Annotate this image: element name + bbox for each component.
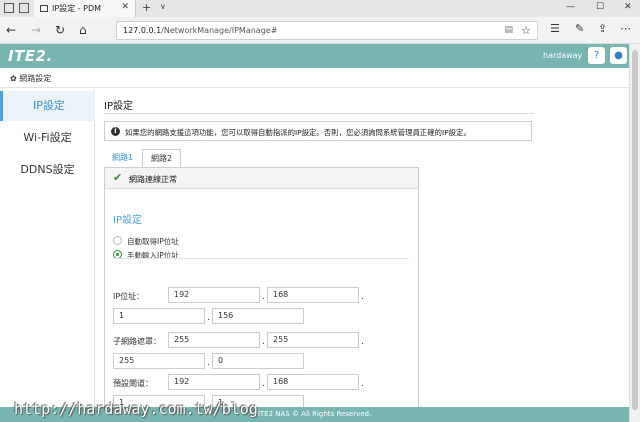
info-icon: i [111, 127, 120, 136]
page-scrollbar[interactable] [629, 44, 640, 422]
gateway-dot-separator: . [262, 379, 265, 389]
ip-octet-2-field[interactable]: 168 [267, 287, 359, 303]
tab-network-2[interactable]: 網路2 [142, 149, 182, 167]
address-bar[interactable]: 127.0.0.1/NetworkManage/IPManage# ▤ ☆ [116, 21, 538, 40]
radio-auto-ip[interactable]: 自動取得IP位址 [113, 235, 313, 247]
web-note-icon[interactable]: ✎ [575, 22, 584, 35]
share-icon[interactable]: ⇪ [598, 22, 607, 35]
radio-manual-label: 手動輸入IP位址 [127, 251, 179, 260]
help-icon[interactable]: ? [588, 47, 605, 64]
close-window-button[interactable]: ✕ [624, 2, 632, 12]
info-alert: i 如果您的網路支援這項功能，您可以取得自動指派的IP設定。否則，您必須詢問系統… [104, 121, 532, 141]
scrollbar-thumb[interactable] [632, 50, 638, 410]
status-bar: ✔ 網路連線正常 [105, 168, 418, 189]
username: hardaway [543, 51, 583, 60]
radio-manual-ip[interactable]: 手動輸入IP位址 [113, 249, 313, 261]
browser-tab-strip: IP設定 - PDM ✕ + ∨ — ☐ ✕ [0, 0, 640, 17]
user-account-icon[interactable]: ● [610, 47, 627, 64]
ip-dot-separator: . [207, 313, 210, 323]
page-title: IP設定 [104, 101, 133, 112]
page-favicon-icon [40, 5, 48, 12]
new-tab-button[interactable]: + [142, 1, 151, 14]
browser-nav-bar: ← → ↻ ⌂ 127.0.0.1/NetworkManage/IPManage… [0, 17, 640, 44]
section-title: IP設定 [113, 215, 142, 226]
radio-auto-circle[interactable] [113, 236, 122, 245]
ip-octet-4-field[interactable]: 156 [212, 308, 304, 324]
home-icon[interactable]: ⌂ [79, 23, 87, 37]
network-tabs: 網路1 網路2 [104, 149, 534, 167]
app-header: ITE2. hardaway ? ● [0, 44, 629, 68]
section-divider [113, 258, 409, 259]
tab-preview-icon[interactable] [19, 3, 29, 13]
breadcrumb-label: ✿ 網路設定 [10, 74, 52, 83]
breadcrumb: ✿ 網路設定 [0, 68, 629, 88]
radio-auto-label: 自動取得IP位址 [127, 237, 179, 246]
ip-dot-separator: . [262, 292, 265, 302]
gateway-dot-separator: . [361, 379, 364, 389]
forward-arrow-icon[interactable]: → [31, 23, 41, 37]
gateway-label: 預設閘道： [113, 379, 153, 388]
mask-dot-separator: . [262, 337, 265, 347]
ip-octet-3-field[interactable]: 1 [113, 308, 205, 324]
title-divider [104, 113, 534, 114]
favorite-star-icon[interactable]: ☆ [521, 24, 531, 37]
tab-close-icon[interactable]: ✕ [121, 2, 129, 12]
mask-octet-2-field[interactable]: 255 [267, 332, 359, 348]
mask-octet-3-field[interactable]: 255 [113, 353, 205, 369]
refresh-icon[interactable]: ↻ [55, 23, 65, 37]
sidebar-item-ddns-settings[interactable]: DDNS設定 [0, 155, 95, 185]
main-content: IP設定 i 如果您的網路支援這項功能，您可以取得自動指派的IP設定。否則，您必… [104, 89, 629, 407]
tab-network-1[interactable]: 網路1 [104, 149, 141, 167]
sidebar-item-ip-settings[interactable]: IP設定 [0, 91, 95, 121]
connection-status: 網路連線正常 [129, 175, 177, 184]
ip-octet-1-field[interactable]: 192 [168, 287, 260, 303]
mask-dot-separator: . [361, 337, 364, 347]
network-panel: ✔ 網路連線正常 IP設定 自動取得IP位址 手動輸入IP位址 IP位址： 19… [104, 167, 419, 407]
url-text: 127.0.0.1/NetworkManage/IPManage# [123, 26, 278, 35]
maximize-button[interactable]: ☐ [596, 2, 604, 12]
minimize-button[interactable]: — [566, 2, 575, 12]
more-menu-icon[interactable]: ⋯ [620, 22, 631, 35]
alert-message: 如果您的網路支援這項功能，您可以取得自動指派的IP設定。否則，您必須詢問系統管理… [125, 128, 471, 137]
checkmark-icon: ✔ [113, 171, 123, 184]
favorites-hub-icon[interactable]: ☰ [550, 22, 560, 35]
ip-dot-separator: . [361, 292, 364, 302]
blog-watermark: http://hardaway.com.tw/blog [14, 400, 258, 418]
mask-octet-4-field[interactable]: 0 [212, 353, 304, 369]
browser-tab[interactable]: IP設定 - PDM ✕ [34, 0, 136, 17]
tab-title: IP設定 - PDM [52, 4, 102, 13]
reading-view-icon[interactable]: ▤ [504, 25, 513, 35]
ip-address-label: IP位址： [113, 292, 145, 301]
tab-list-chevron-icon[interactable]: ∨ [160, 2, 166, 11]
gateway-octet-2-field[interactable]: 168 [267, 374, 359, 390]
back-arrow-icon[interactable]: ← [6, 23, 16, 37]
subnet-mask-label: 子網路遮罩： [113, 337, 161, 346]
gateway-octet-1-field[interactable]: 192 [168, 374, 260, 390]
tab-actions-icon[interactable] [4, 3, 14, 13]
ite2-logo: ITE2. [8, 47, 53, 65]
sidebar-item-wifi-settings[interactable]: Wi-Fi設定 [0, 123, 95, 153]
mask-dot-separator: . [207, 358, 210, 368]
sidebar: IP設定 Wi-Fi設定 DDNS設定 [0, 89, 95, 407]
mask-octet-1-field[interactable]: 255 [168, 332, 260, 348]
